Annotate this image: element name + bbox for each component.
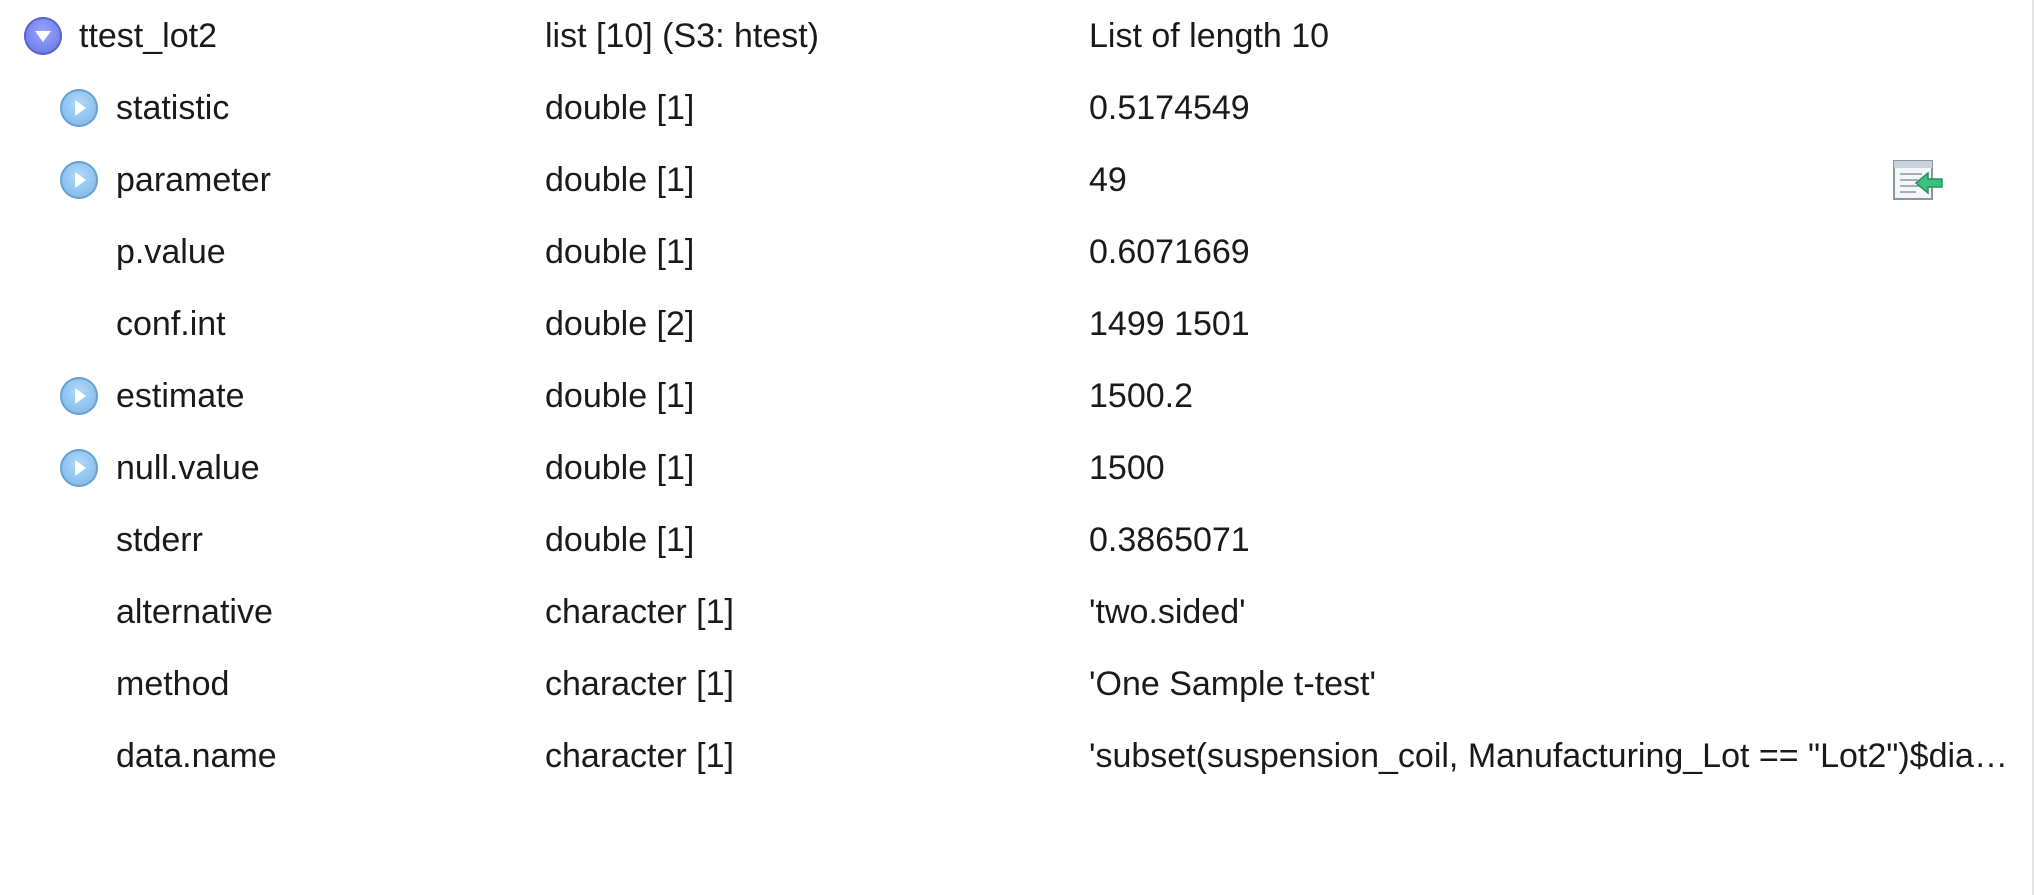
object-name: estimate xyxy=(116,377,245,415)
tree-row-null-value[interactable]: null.value double [1] 1500 xyxy=(0,432,2030,504)
chevron-right-icon[interactable] xyxy=(60,449,98,487)
object-value: 0.3865071 xyxy=(1089,521,1250,559)
tree-row-method[interactable]: method character [1] 'One Sample t-test' xyxy=(0,648,2030,720)
object-type: double [1] xyxy=(545,233,695,271)
object-type: double [1] xyxy=(545,377,695,415)
object-type: list [10] (S3: htest) xyxy=(545,17,819,55)
object-type: double [1] xyxy=(545,89,695,127)
object-name: statistic xyxy=(116,89,230,127)
object-type: double [1] xyxy=(545,521,695,559)
object-name: null.value xyxy=(116,449,260,487)
environment-object-panel: ttest_lot2 list [10] (S3: htest) List of… xyxy=(0,0,2034,895)
object-value: List of length 10 xyxy=(1089,17,1330,55)
object-name: method xyxy=(116,665,230,703)
object-type: double [2] xyxy=(545,305,695,343)
object-value: 1499 1501 xyxy=(1089,305,1250,343)
tree-row-stderr[interactable]: stderr double [1] 0.3865071 xyxy=(0,504,2030,576)
object-name: ttest_lot2 xyxy=(79,17,217,55)
object-tree: ttest_lot2 list [10] (S3: htest) List of… xyxy=(0,0,2030,792)
tree-row-parameter[interactable]: parameter double [1] 49 xyxy=(0,144,2030,216)
object-value: 0.5174549 xyxy=(1089,89,1250,127)
object-name: parameter xyxy=(116,161,271,199)
object-type: character [1] xyxy=(545,737,734,775)
object-value: 'One Sample t-test' xyxy=(1089,665,1376,703)
object-name: alternative xyxy=(116,593,273,631)
tree-row-conf-int[interactable]: conf.int double [2] 1499 1501 xyxy=(0,288,2030,360)
object-name: conf.int xyxy=(116,305,226,343)
object-name: p.value xyxy=(116,233,226,271)
tree-row-estimate[interactable]: estimate double [1] 1500.2 xyxy=(0,360,2030,432)
tree-row-ttest-lot2[interactable]: ttest_lot2 list [10] (S3: htest) List of… xyxy=(0,0,2030,72)
object-type: double [1] xyxy=(545,449,695,487)
tree-row-statistic[interactable]: statistic double [1] 0.5174549 xyxy=(0,72,2030,144)
tree-row-data-name[interactable]: data.name character [1] 'subset(suspensi… xyxy=(0,720,2030,792)
object-value: 1500 xyxy=(1089,449,1165,487)
chevron-right-icon[interactable] xyxy=(60,161,98,199)
object-value: 'two.sided' xyxy=(1089,593,1246,631)
chevron-down-icon[interactable] xyxy=(24,17,62,55)
chevron-right-icon[interactable] xyxy=(60,89,98,127)
tree-row-p-value[interactable]: p.value double [1] 0.6071669 xyxy=(0,216,2030,288)
view-data-icon[interactable] xyxy=(1892,158,1944,204)
object-name: stderr xyxy=(116,521,203,559)
object-value: 0.6071669 xyxy=(1089,233,1250,271)
object-value: 49 xyxy=(1089,161,1127,199)
chevron-right-icon[interactable] xyxy=(60,377,98,415)
tree-row-alternative[interactable]: alternative character [1] 'two.sided' xyxy=(0,576,2030,648)
object-value: 1500.2 xyxy=(1089,377,1193,415)
object-type: double [1] xyxy=(545,161,695,199)
object-type: character [1] xyxy=(545,665,734,703)
object-name: data.name xyxy=(116,737,277,775)
object-type: character [1] xyxy=(545,593,734,631)
object-value: 'subset(suspension_coil, Manufacturing_L… xyxy=(1089,737,2014,775)
